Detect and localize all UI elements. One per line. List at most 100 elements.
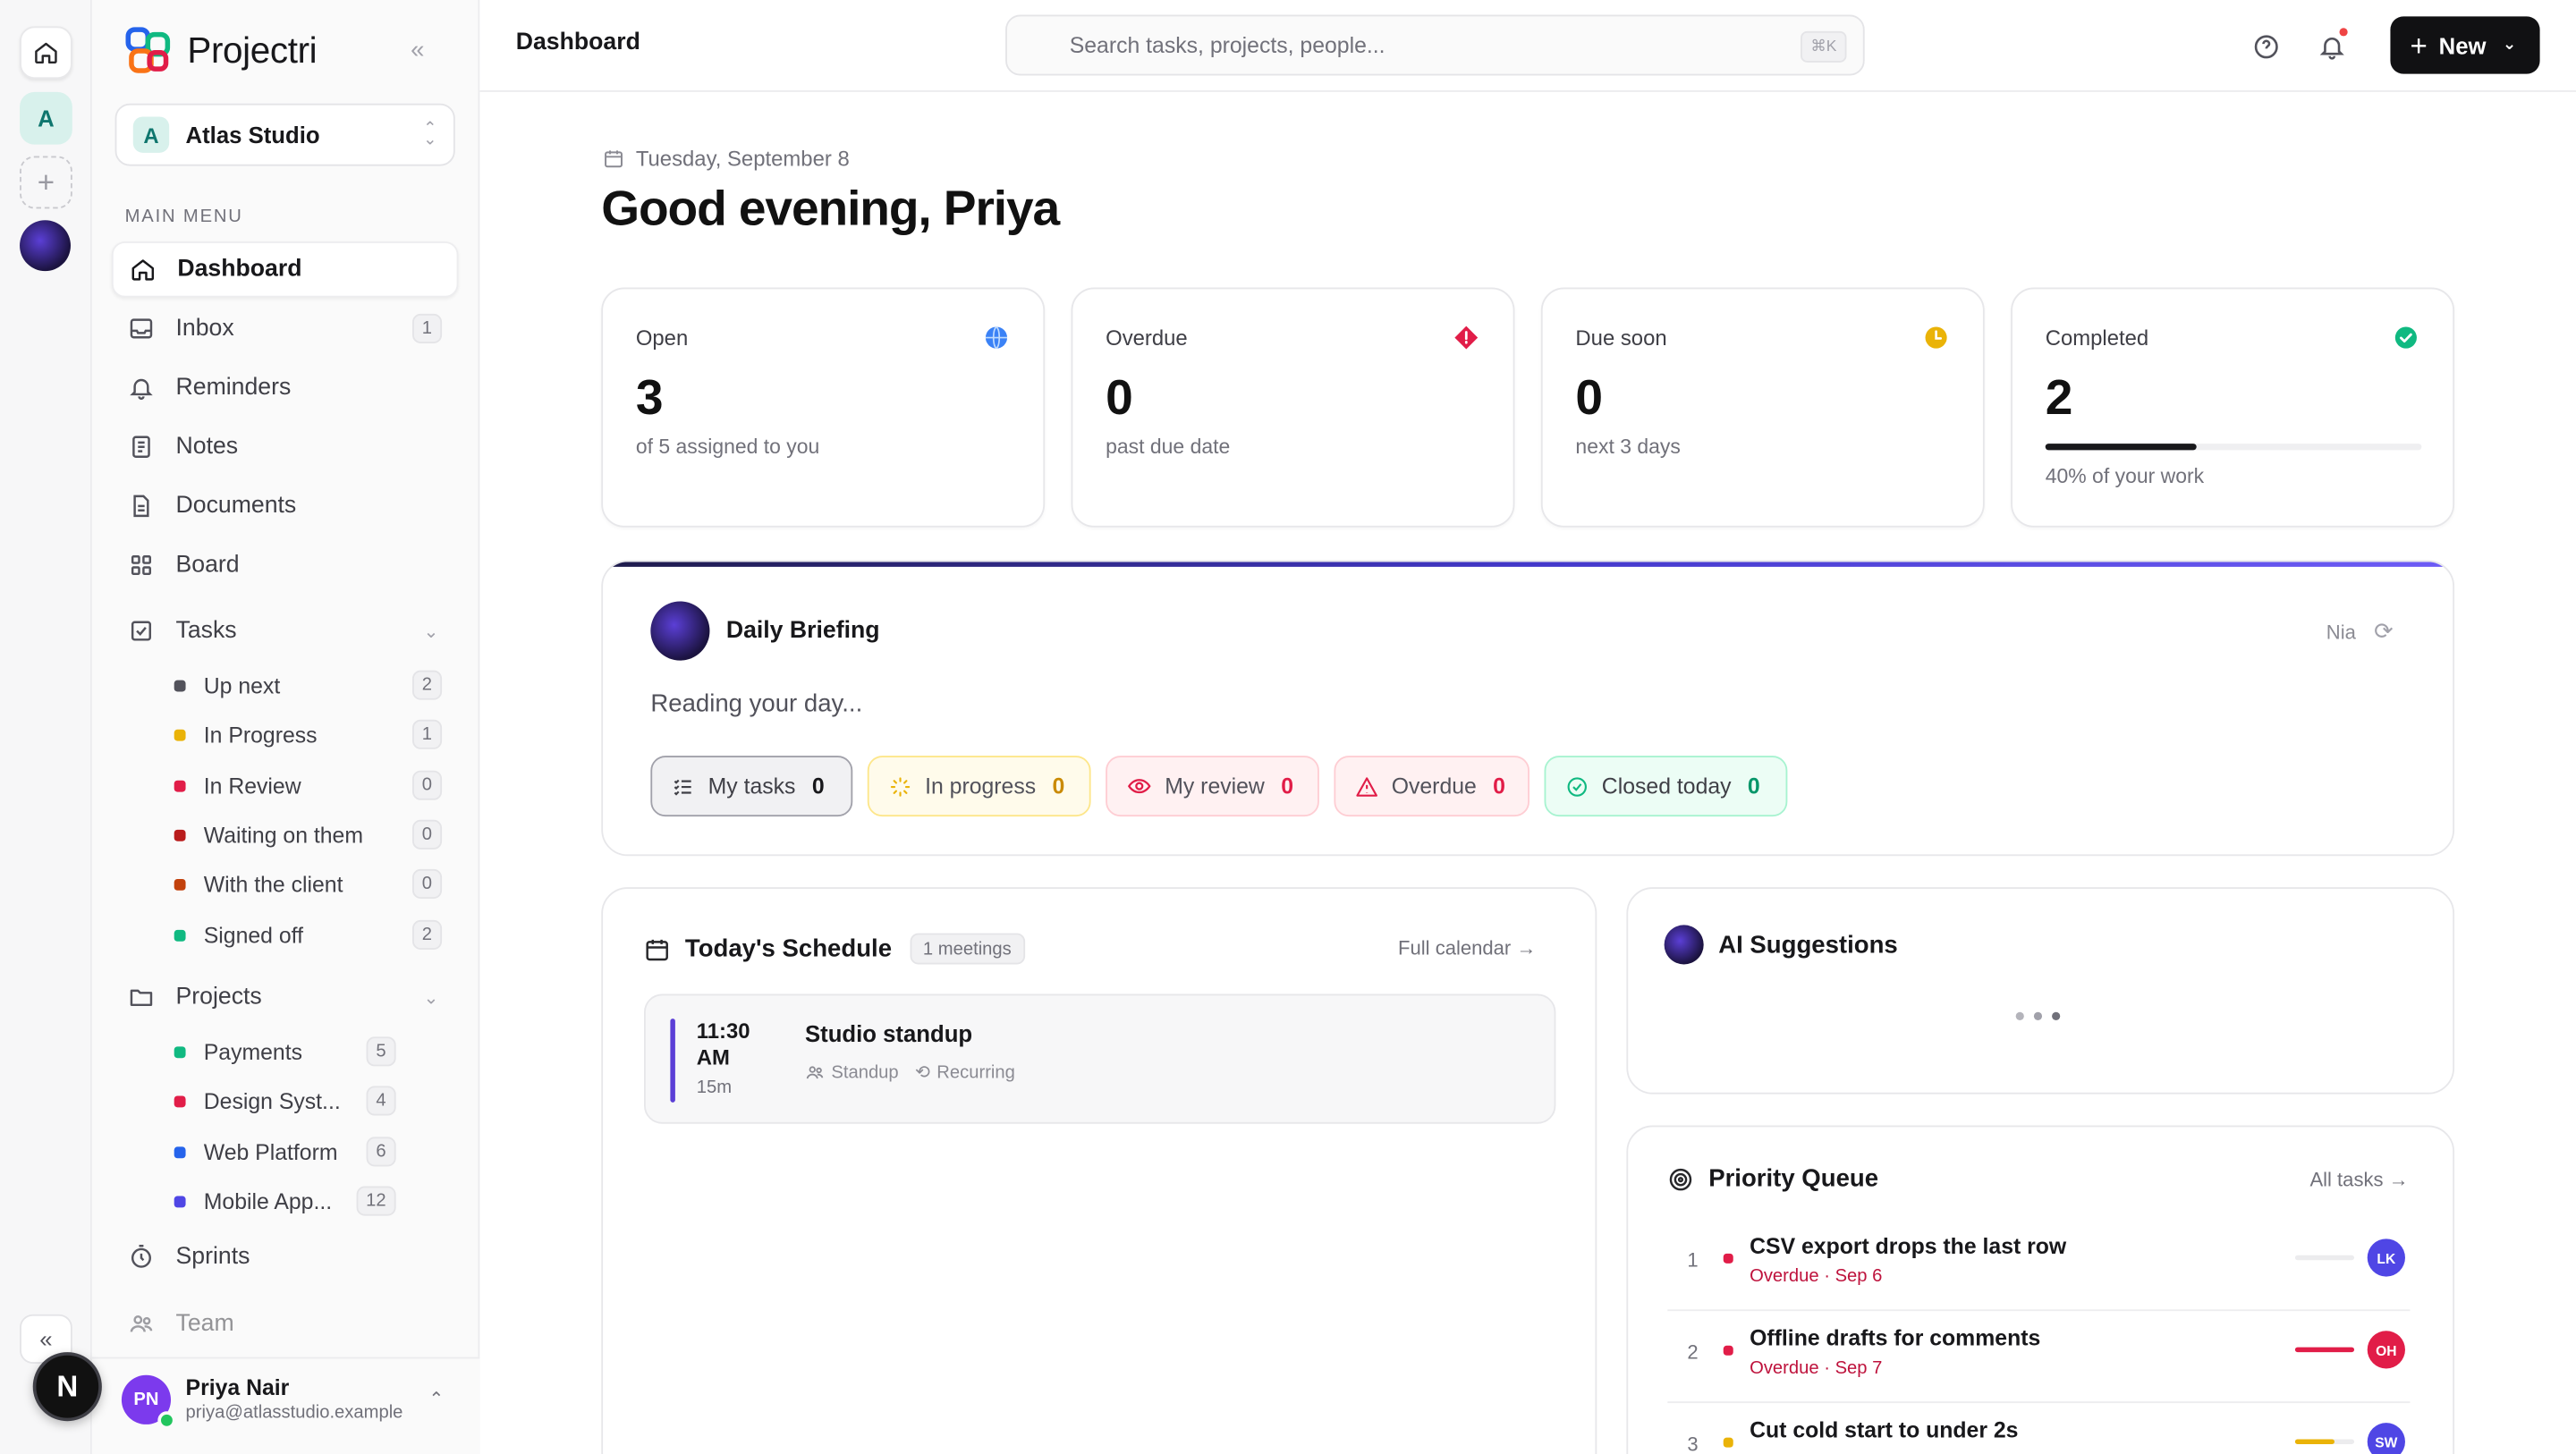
- new-button[interactable]: + New ⌄: [2390, 16, 2540, 74]
- user-email: priya@atlasstudio.example: [185, 1403, 403, 1424]
- schedule-title: Today's Schedule: [684, 934, 893, 963]
- task-view-count: 0: [411, 868, 443, 899]
- task-view-count: 0: [411, 770, 443, 800]
- user-name: Priya Nair: [185, 1374, 290, 1400]
- chip-closed-today[interactable]: Closed today 0: [1544, 756, 1788, 817]
- assignee-avatar[interactable]: SW: [2367, 1423, 2405, 1454]
- users-icon: [806, 1065, 824, 1078]
- priority-dot: [1723, 1345, 1733, 1356]
- app-logo[interactable]: Projectri: [125, 26, 318, 75]
- chip-count: 0: [1493, 773, 1505, 799]
- stat-subtext: of 5 assigned to you: [635, 435, 820, 459]
- sidebar-item-projects[interactable]: Projects ⌄: [112, 969, 459, 1025]
- project-label: Mobile App...: [203, 1188, 333, 1213]
- all-tasks-link[interactable]: All tasks →: [2309, 1168, 2408, 1191]
- task-view-signed-off[interactable]: Signed off 2: [141, 912, 458, 958]
- full-calendar-link[interactable]: Full calendar →: [1398, 936, 1536, 959]
- help-button[interactable]: [2249, 30, 2282, 63]
- rail-home-button[interactable]: [20, 26, 72, 80]
- priority-row[interactable]: 1 CSV export drops the last row Overdue …: [1667, 1219, 2411, 1312]
- stat-card-completed[interactable]: Completed 2 40% of your work: [2011, 287, 2455, 528]
- project-item-design-system[interactable]: Design Syst... 4: [141, 1078, 458, 1123]
- task-view-in-progress[interactable]: In Progress 1: [141, 712, 458, 757]
- schedule-header: Today's Schedule 1 meetings: [644, 933, 1025, 965]
- sidebar-item-notes[interactable]: Notes: [112, 419, 459, 475]
- chevron-down-icon[interactable]: ⌄: [423, 621, 438, 641]
- spinner-icon: [890, 776, 911, 796]
- task-view-with-client[interactable]: With the client 0: [141, 861, 458, 907]
- chip-my-tasks[interactable]: My tasks 0: [650, 756, 853, 817]
- priority-row[interactable]: 3 Cut cold start to under 2s SW: [1667, 1403, 2410, 1454]
- project-label: Payments: [203, 1039, 303, 1064]
- stat-subtext: past due date: [1106, 435, 1231, 459]
- task-view-label: In Progress: [203, 722, 318, 748]
- task-name: Offline drafts for comments: [1750, 1325, 2041, 1351]
- overlay-badge[interactable]: N: [32, 1352, 102, 1422]
- project-count: 5: [366, 1036, 396, 1067]
- chip-in-progress[interactable]: In progress 0: [867, 756, 1091, 817]
- sidebar-item-label: Dashboard: [177, 256, 302, 283]
- plus-icon: +: [37, 165, 55, 199]
- assistant-name: Nia: [2326, 621, 2356, 645]
- task-view-waiting[interactable]: Waiting on them 0: [141, 812, 458, 858]
- priority-level-bar: [2294, 1347, 2355, 1353]
- search-shortcut-hint: ⌘K: [1801, 30, 1847, 63]
- collapse-sidebar-button[interactable]: «: [411, 36, 424, 63]
- loading-indicator: [2015, 1011, 2061, 1020]
- task-view-label: With the client: [203, 871, 343, 897]
- task-view-count: 2: [411, 919, 443, 950]
- double-chevron-left-icon: «: [411, 36, 425, 64]
- chip-my-review[interactable]: My review 0: [1106, 756, 1319, 817]
- rail-assistant-avatar[interactable]: [20, 220, 71, 272]
- stat-value: 3: [635, 371, 664, 426]
- assignee-avatar[interactable]: LK: [2367, 1238, 2405, 1277]
- date-line: Tuesday, September 8: [603, 147, 850, 171]
- search-input[interactable]: [1069, 32, 1792, 58]
- sidebar-item-tasks[interactable]: Tasks ⌄: [112, 603, 459, 658]
- priority-rank: 3: [1687, 1433, 1699, 1454]
- task-view-count: 0: [411, 819, 443, 850]
- stat-label: Overdue: [1106, 325, 1188, 351]
- chevron-down-icon[interactable]: ⌄: [423, 986, 438, 1008]
- event-recurrence: ⟲ Recurring: [915, 1061, 1015, 1083]
- sidebar-item-inbox[interactable]: Inbox 1: [112, 300, 459, 356]
- project-item-mobile-app[interactable]: Mobile App... 12: [141, 1178, 458, 1223]
- task-view-in-review[interactable]: In Review 0: [141, 763, 458, 808]
- stat-card-overdue[interactable]: Overdue 0 past due date: [1071, 287, 1515, 528]
- sidebar-item-team[interactable]: Team: [112, 1297, 459, 1352]
- rail-add-workspace-button[interactable]: +: [20, 156, 72, 209]
- project-item-web-platform[interactable]: Web Platform 6: [141, 1129, 458, 1174]
- chevron-up-icon[interactable]: ⌃: [428, 1389, 444, 1409]
- search-box[interactable]: ⌘K: [1005, 14, 1865, 76]
- task-view-up-next[interactable]: Up next 2: [141, 662, 458, 707]
- stat-card-due-soon[interactable]: Due soon 0 next 3 days: [1540, 287, 1985, 528]
- task-view-label: Signed off: [203, 922, 303, 948]
- online-status-indicator: [157, 1411, 176, 1430]
- sidebar-item-sprints[interactable]: Sprints: [112, 1229, 459, 1284]
- user-menu[interactable]: PN Priya Nair priya@atlasstudio.example …: [91, 1357, 480, 1454]
- project-count: 6: [366, 1137, 396, 1167]
- project-count: 12: [356, 1186, 396, 1216]
- sidebar-item-documents[interactable]: Documents: [112, 478, 459, 534]
- assignee-avatar[interactable]: OH: [2367, 1331, 2405, 1369]
- status-dot: [174, 728, 186, 740]
- project-item-payments[interactable]: Payments 5: [141, 1028, 458, 1074]
- sidebar-item-board[interactable]: Board: [112, 537, 459, 593]
- refresh-button[interactable]: ⟳: [2374, 618, 2394, 646]
- rail-workspace-button[interactable]: A: [20, 91, 72, 145]
- workspace-switcher[interactable]: A Atlas Studio ⌃ ⌄: [114, 103, 455, 166]
- task-due-status: Overdue · Sep 7: [1750, 1358, 1883, 1379]
- chip-overdue[interactable]: Overdue 0: [1334, 756, 1530, 817]
- new-button-label: New: [2438, 31, 2487, 59]
- checkbox-icon: [128, 618, 154, 644]
- sidebar-item-reminders[interactable]: Reminders: [112, 359, 459, 415]
- sidebar-item-dashboard[interactable]: Dashboard: [111, 241, 459, 298]
- project-count: 4: [366, 1086, 396, 1116]
- event-time: 11:30 AM: [696, 1019, 750, 1070]
- chip-count: 0: [1747, 773, 1760, 799]
- chip-label: In progress: [925, 773, 1037, 799]
- stat-card-open[interactable]: Open 3 of 5 assigned to you: [601, 287, 1046, 528]
- priority-row[interactable]: 2 Offline drafts for comments Overdue · …: [1667, 1311, 2411, 1404]
- clock-icon: [1925, 326, 1947, 349]
- schedule-event[interactable]: 11:30 AM 15m Studio standup Standup ⟲ Re…: [643, 993, 1556, 1124]
